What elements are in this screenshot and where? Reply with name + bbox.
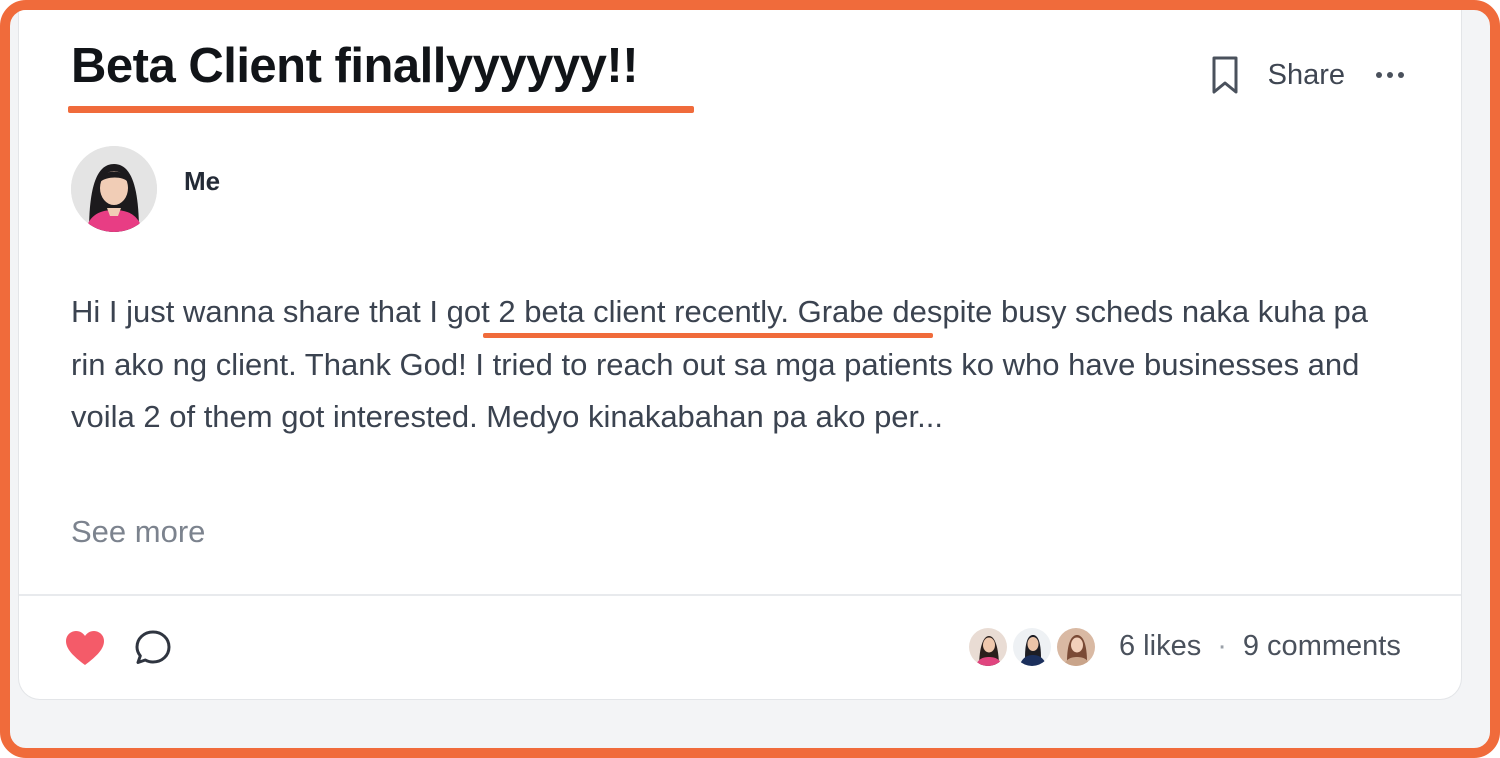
comment-icon <box>135 630 171 664</box>
share-button[interactable]: Share <box>1268 59 1345 92</box>
likes-count[interactable]: 6 likes <box>1119 630 1201 663</box>
engagement-stats: 6 likes · 9 comments <box>1119 630 1401 663</box>
bookmark-icon <box>1212 56 1238 94</box>
post-card: Beta Client finallyyyyyy!! Share Me Hi I… <box>18 10 1462 700</box>
see-more-link[interactable]: See more <box>71 514 205 550</box>
bookmark-button[interactable] <box>1208 53 1242 97</box>
liker-avatar <box>1055 626 1097 668</box>
stats-separator: · <box>1217 630 1227 662</box>
author-name[interactable]: Me <box>184 166 224 197</box>
likers-avatar-group[interactable] <box>967 626 1107 670</box>
highlight-frame: Beta Client finallyyyyyy!! Share Me Hi I… <box>0 0 1500 758</box>
author-avatar[interactable] <box>71 146 157 232</box>
footer-divider <box>19 594 1461 596</box>
post-body: Hi I just wanna share that I got 2 beta … <box>71 286 1411 444</box>
post-actions: Share <box>1208 50 1405 100</box>
comment-button[interactable] <box>133 628 173 668</box>
comments-count[interactable]: 9 comments <box>1243 630 1401 663</box>
post-body-highlight: I got 2 beta client recently. <box>429 294 789 329</box>
more-horizontal-icon <box>1376 72 1404 78</box>
title-highlight-underline <box>68 106 694 113</box>
post-body-start: Hi I just wanna share that <box>71 294 430 329</box>
liker-avatar <box>967 626 1009 668</box>
body-highlight-underline <box>483 333 933 338</box>
like-button[interactable] <box>63 628 107 668</box>
liker-avatar <box>1011 626 1053 668</box>
post-title[interactable]: Beta Client finallyyyyyy!! <box>71 38 639 94</box>
more-options-button[interactable] <box>1375 60 1405 90</box>
heart-icon <box>66 631 104 665</box>
